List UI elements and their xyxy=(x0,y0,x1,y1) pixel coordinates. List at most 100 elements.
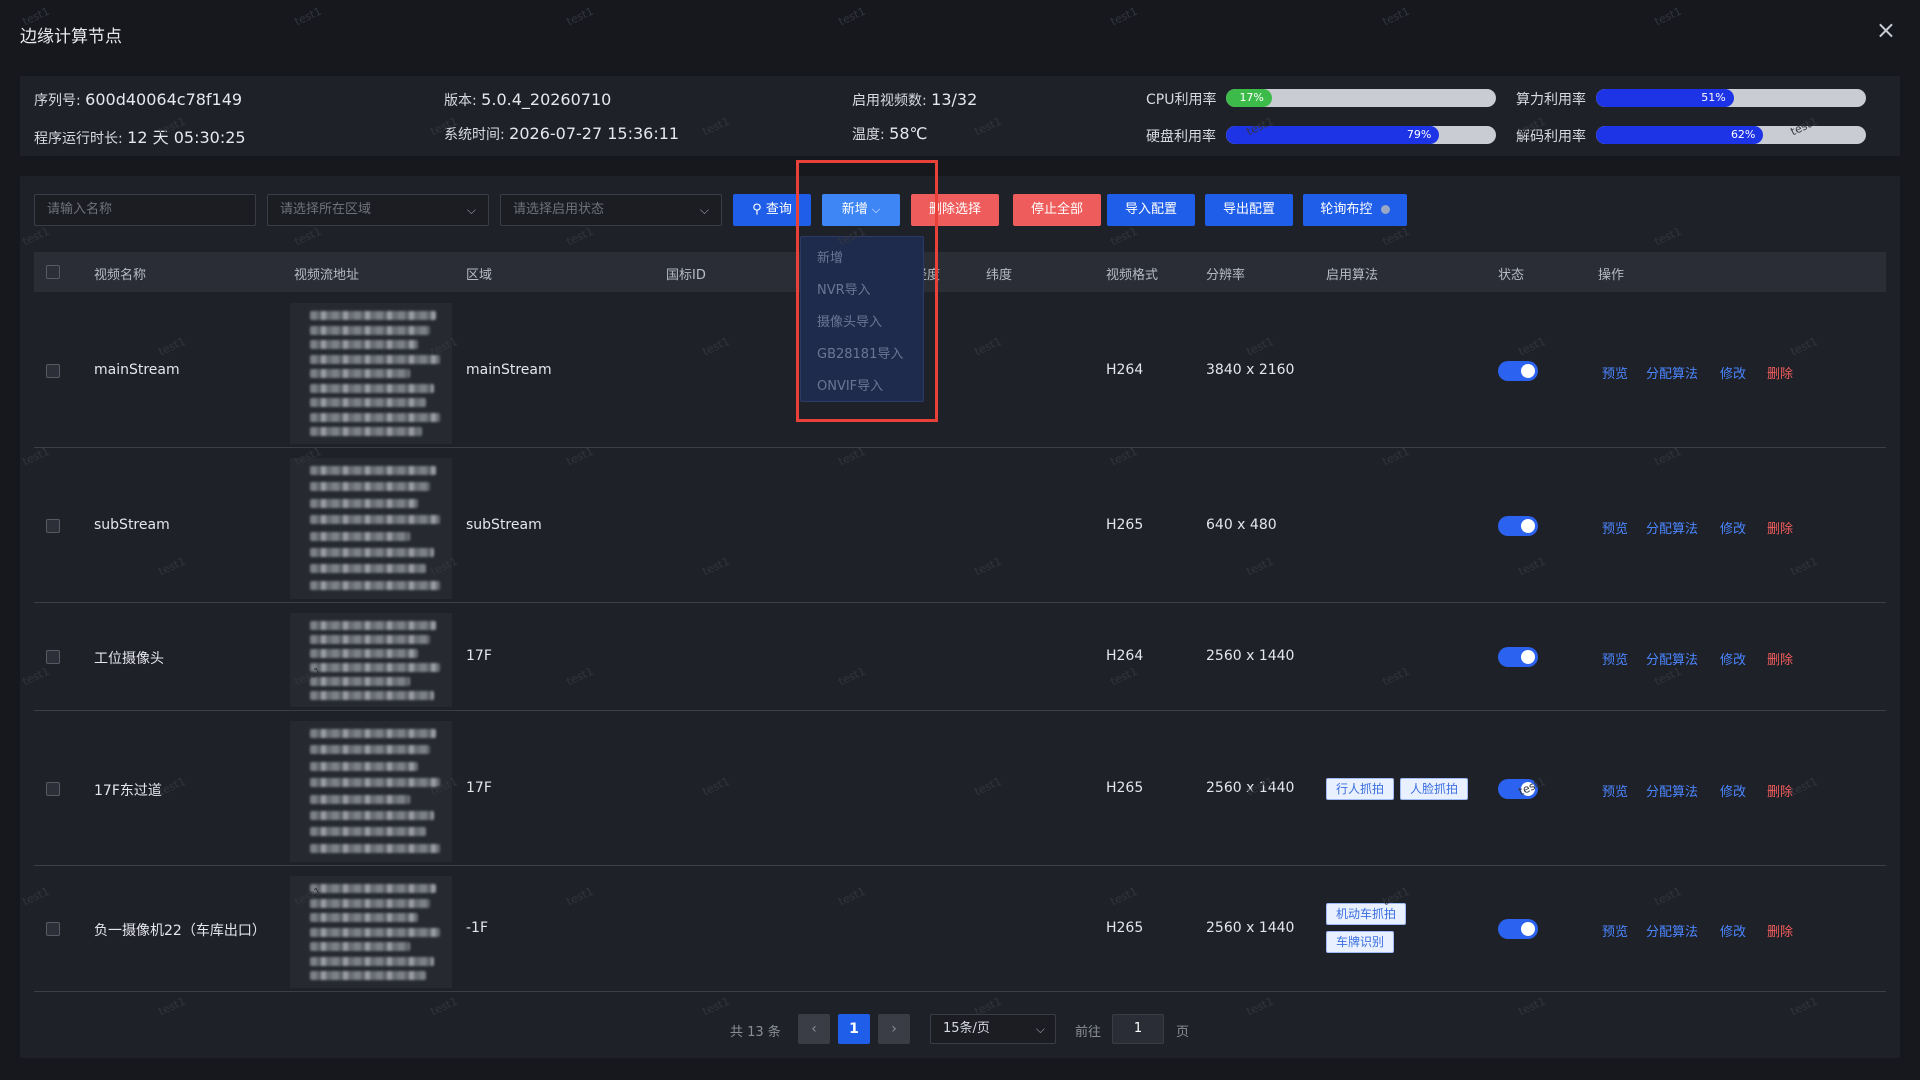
stream-url-redacted xyxy=(290,876,452,988)
total-count: 共 13 条 xyxy=(730,1025,781,1040)
edit-button[interactable]: 修改 xyxy=(1720,781,1746,800)
status-select-placeholder: 请选择启用状态 xyxy=(513,202,605,217)
streams-info: 启用视频数: 13/32 xyxy=(852,90,977,110)
assign-algorithm-button[interactable]: 分配算法 xyxy=(1646,363,1698,382)
page-1-button[interactable]: 1 xyxy=(838,1014,870,1044)
status-toggle[interactable] xyxy=(1498,779,1538,799)
row-checkbox[interactable] xyxy=(46,519,60,533)
disk-usage-text: 79% xyxy=(1406,128,1432,141)
col-video-name: 视频名称 xyxy=(94,268,147,283)
assign-algorithm-button[interactable]: 分配算法 xyxy=(1646,781,1698,800)
row-checkbox[interactable] xyxy=(46,650,60,664)
redacted-line xyxy=(310,621,436,630)
delete-button[interactable]: 删除 xyxy=(1767,518,1793,537)
redacted-line xyxy=(310,398,426,407)
uptime-label: 程序运行时长: xyxy=(34,131,123,147)
redacted-line xyxy=(310,515,440,524)
row-checkbox[interactable] xyxy=(46,782,60,796)
goto-page-input[interactable]: 1 xyxy=(1112,1014,1164,1044)
version-info: 版本: 5.0.4_20260710 xyxy=(444,90,611,110)
redacted-line xyxy=(310,844,440,853)
region-select[interactable]: 请选择所在区域 ⌵ xyxy=(267,194,489,226)
status-toggle[interactable] xyxy=(1498,647,1538,667)
redacted-line xyxy=(310,482,430,491)
redacted-line xyxy=(310,466,436,475)
delete-button[interactable]: 删除 xyxy=(1767,649,1793,668)
export-config-button[interactable]: 导出配置 xyxy=(1205,194,1293,226)
table-header: 视频名称 视频流地址 区域 国标ID 经度 纬度 视频格式 分辨率 启用算法 状… xyxy=(34,252,1886,292)
page-unit-label: 页 xyxy=(1176,1025,1190,1040)
select-all-checkbox[interactable] xyxy=(46,265,60,279)
redacted-line xyxy=(310,811,434,820)
status-select[interactable]: 请选择启用状态 ⌵ xyxy=(500,194,722,226)
next-page-button[interactable]: › xyxy=(878,1014,910,1044)
stream-url-redacted xyxy=(290,303,452,444)
delete-button[interactable]: 删除 xyxy=(1767,363,1793,382)
edit-button[interactable]: 修改 xyxy=(1720,518,1746,537)
prev-page-button[interactable]: ‹ xyxy=(798,1014,830,1044)
assign-algorithm-button[interactable]: 分配算法 xyxy=(1646,518,1698,537)
edit-button[interactable]: 修改 xyxy=(1720,363,1746,382)
region-value: 17F xyxy=(466,780,492,796)
name-search-input[interactable]: 请输入名称 xyxy=(34,194,256,226)
preview-button[interactable]: 预览 xyxy=(1602,518,1628,537)
decode-usage-label: 解码利用率 xyxy=(1516,129,1586,145)
assign-algorithm-button[interactable]: 分配算法 xyxy=(1646,649,1698,668)
status-toggle[interactable] xyxy=(1498,361,1538,381)
status-toggle[interactable] xyxy=(1498,516,1538,536)
version-value: 5.0.4_20260710 xyxy=(481,90,612,109)
video-name: 17F东过道 xyxy=(94,783,162,799)
cpu-usage-fill: 17% xyxy=(1226,89,1272,107)
assign-algorithm-button[interactable]: 分配算法 xyxy=(1646,921,1698,940)
stream-url-redacted xyxy=(290,613,452,707)
preview-button[interactable]: 预览 xyxy=(1602,781,1628,800)
chevron-down-icon: ⌵ xyxy=(699,203,709,217)
query-button-label: 查询 xyxy=(765,202,792,217)
status-toggle[interactable] xyxy=(1498,919,1538,939)
video-name: mainStream xyxy=(94,362,180,378)
preview-button[interactable]: 预览 xyxy=(1602,921,1628,940)
import-config-button[interactable]: 导入配置 xyxy=(1107,194,1195,226)
close-icon[interactable]: × xyxy=(1876,18,1896,42)
video-name: subStream xyxy=(94,517,170,533)
temp-info: 温度: 58℃ xyxy=(852,124,928,144)
highlight-annotation-box xyxy=(796,160,938,422)
serial-info: 序列号: 600d40064c78f149 xyxy=(34,90,242,110)
redacted-line xyxy=(310,942,410,951)
resolution-value: 2560 x 1440 xyxy=(1206,920,1295,936)
row-checkbox[interactable] xyxy=(46,364,60,378)
col-stream-url: 视频流地址 xyxy=(294,268,360,283)
search-icon: ⚲ xyxy=(752,202,762,217)
edit-button[interactable]: 修改 xyxy=(1720,921,1746,940)
redacted-line xyxy=(310,899,430,908)
redacted-line xyxy=(310,581,440,590)
streams-label: 启用视频数: xyxy=(852,93,927,109)
redacted-line xyxy=(310,548,434,557)
preview-button[interactable]: 预览 xyxy=(1602,649,1628,668)
status-dot-icon xyxy=(1380,205,1390,214)
compute-usage-label: 算力利用率 xyxy=(1516,92,1586,108)
page-size-select[interactable]: 15条/页 ⌵ xyxy=(930,1014,1056,1044)
delete-button[interactable]: 删除 xyxy=(1767,781,1793,800)
col-region: 区域 xyxy=(466,268,493,283)
disk-usage-fill: 79% xyxy=(1226,126,1440,144)
version-label: 版本: xyxy=(444,93,477,109)
patrol-button[interactable]: 轮询布控 xyxy=(1303,194,1407,226)
col-video-format: 视频格式 xyxy=(1106,268,1159,283)
uptime-value: 12 天 05:30:25 xyxy=(127,128,246,147)
resolution-value: 2560 x 1440 xyxy=(1206,780,1295,796)
title-bar: 边缘计算节点 × xyxy=(0,0,1920,64)
algorithm-tag: 行人抓拍 xyxy=(1326,778,1395,800)
table-row: subStream subStream H265 640 x 480 预览 分配算法 修改 删… xyxy=(34,448,1886,603)
disk-usage-label: 硬盘利用率 xyxy=(1146,129,1216,145)
stream-url-redacted xyxy=(290,458,452,599)
uptime-info: 程序运行时长: 12 天 05:30:25 xyxy=(34,124,246,148)
stop-all-button[interactable]: 停止全部 xyxy=(1013,194,1101,226)
disk-usage-bar: 79% xyxy=(1226,126,1496,144)
edit-button[interactable]: 修改 xyxy=(1720,649,1746,668)
preview-button[interactable]: 预览 xyxy=(1602,363,1628,382)
delete-button[interactable]: 删除 xyxy=(1767,921,1793,940)
algorithm-tag: 车牌识别 xyxy=(1326,931,1395,953)
row-checkbox[interactable] xyxy=(46,922,60,936)
algorithm-tag: 机动车抓拍 xyxy=(1326,903,1407,925)
